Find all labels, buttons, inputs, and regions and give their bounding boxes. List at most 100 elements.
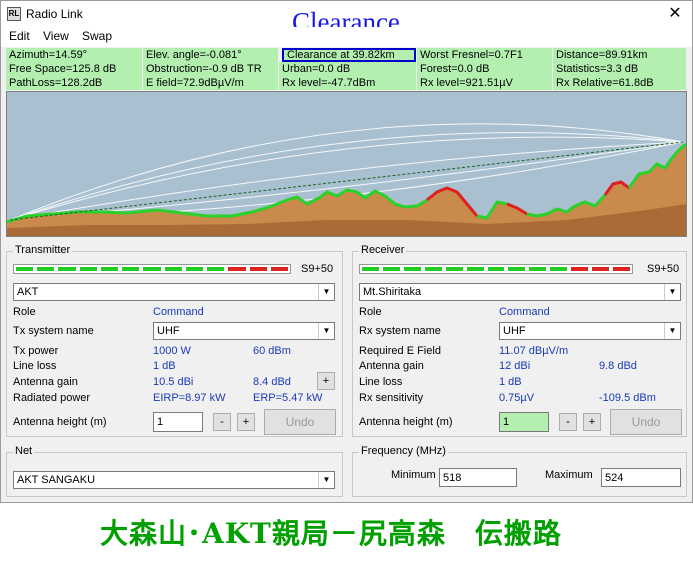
meter-segment — [122, 267, 140, 271]
meter-segment — [403, 267, 421, 271]
frequency-min-input[interactable]: 518 — [439, 468, 517, 487]
stat-forest: Forest=0.0 dB — [417, 62, 552, 76]
meter-segment — [362, 267, 379, 271]
tx-gain-label: Antenna gain — [13, 376, 78, 388]
meter-segment — [550, 267, 568, 271]
tx-undo-button[interactable]: Undo — [264, 409, 336, 435]
tx-line-loss-label: Line loss — [13, 360, 57, 372]
tx-system-value: UHF — [157, 325, 180, 337]
chevron-down-icon[interactable]: ▼ — [664, 323, 680, 339]
meter-segment — [487, 267, 505, 271]
meter-segment — [445, 267, 463, 271]
meter-segment — [529, 267, 547, 271]
rx-height-label: Antenna height (m) — [359, 416, 453, 428]
tx-role-value: Command — [153, 306, 204, 318]
menu-edit[interactable]: Edit — [9, 29, 30, 43]
rx-line-loss-value: 1 dB — [499, 376, 522, 388]
meter-segment — [249, 267, 267, 271]
tx-meter-label: S9+50 — [301, 263, 334, 275]
rx-gain-dbi: 12 dBi — [499, 360, 531, 372]
meter-segment — [382, 267, 400, 271]
stat-rx-level-uv: Rx level=921.51µV — [417, 76, 552, 90]
tx-eirp: EIRP=8.97 kW — [153, 392, 226, 404]
stat-distance: Distance=89.91km — [553, 48, 686, 62]
stat-clearance[interactable]: Clearance at 39.82km — [282, 48, 416, 62]
rx-height-input[interactable]: 1 — [499, 412, 549, 432]
meter-segment — [270, 267, 288, 271]
title-bar: RL Radio Link Clearance ✕ — [1, 1, 692, 37]
tx-height-minus-button[interactable]: - — [213, 413, 231, 431]
stat-worst-fresnel: Worst Fresnel=0.7F1 — [417, 48, 552, 62]
rx-signal-meter — [359, 264, 633, 274]
tx-role-label: Role — [13, 306, 36, 318]
app-icon: RL — [7, 7, 21, 21]
rx-gain-label: Antenna gain — [359, 360, 424, 372]
meter-segment — [58, 267, 76, 271]
stat-e-field: E field=72.9dBµV/m — [143, 76, 278, 90]
rx-site-value: Mt.Shiritaka — [363, 286, 422, 298]
tx-power-label: Tx power — [13, 345, 59, 357]
chevron-down-icon[interactable]: ▼ — [318, 323, 334, 339]
tx-system-select[interactable]: UHF ▼ — [153, 322, 335, 340]
frequency-title: Frequency (MHz) — [359, 445, 448, 457]
close-icon[interactable]: ✕ — [661, 3, 689, 25]
chevron-down-icon[interactable]: ▼ — [664, 284, 680, 300]
stat-statistics: Statistics=3.3 dB — [553, 62, 686, 76]
rx-field-value: 11.07 dBµV/m — [499, 345, 569, 357]
net-select[interactable]: AKT SANGAKU ▼ — [13, 471, 335, 489]
tx-height-input[interactable]: 1 — [153, 412, 203, 432]
tx-gain-plus-button[interactable]: + — [317, 372, 335, 390]
frequency-min-label: Minimum — [391, 469, 436, 481]
rx-undo-button[interactable]: Undo — [610, 409, 682, 435]
stat-free-space: Free Space=125.8 dB — [6, 62, 142, 76]
window-title: Radio Link — [26, 7, 83, 21]
meter-segment — [185, 267, 204, 271]
tx-radiated-label: Radiated power — [13, 392, 91, 404]
terrain-profile-view — [6, 91, 687, 237]
rx-sensitivity-label: Rx sensitivity — [359, 392, 424, 404]
rx-system-value: UHF — [503, 325, 526, 337]
transmitter-title: Transmitter — [13, 244, 73, 256]
stat-rx-level-dbm: Rx level=-47.7dBm — [279, 76, 416, 90]
receiver-panel: Receiver S9+50 Mt.Shiritaka ▼ Role Comman… — [352, 244, 687, 437]
radio-link-window: RL Radio Link Clearance ✕ Edit View Swap… — [0, 0, 693, 503]
meter-segment — [613, 267, 630, 271]
chevron-down-icon[interactable]: ▼ — [318, 472, 334, 488]
tx-site-value: AKT — [17, 286, 39, 298]
meter-segment — [79, 267, 97, 271]
meter-segment — [424, 267, 442, 271]
rx-system-select[interactable]: UHF ▼ — [499, 322, 681, 340]
frequency-max-label: Maximum — [545, 469, 593, 481]
rx-sensitivity-dbm: -109.5 dBm — [599, 392, 656, 404]
rx-role-value: Command — [499, 306, 550, 318]
tx-power-watts: 1000 W — [153, 345, 191, 357]
frequency-max-input[interactable]: 524 — [601, 468, 681, 487]
rx-site-select[interactable]: Mt.Shiritaka ▼ — [359, 283, 681, 301]
rx-system-label: Rx system name — [359, 325, 441, 337]
stat-rx-relative: Rx Relative=61.8dB — [553, 76, 686, 90]
link-statistics-grid: Azimuth=14.59° Elev. angle=-0.081° Clear… — [6, 48, 686, 90]
frequency-panel: Frequency (MHz) Minimum 518 Maximum 524 — [352, 445, 687, 497]
tx-height-label: Antenna height (m) — [13, 416, 107, 428]
rx-height-plus-button[interactable]: + — [583, 413, 601, 431]
receiver-title: Receiver — [359, 244, 407, 256]
menu-swap[interactable]: Swap — [82, 29, 112, 43]
rx-sensitivity-uv: 0.75µV — [499, 392, 535, 404]
net-value: AKT SANGAKU — [17, 474, 96, 486]
tx-line-loss-value: 1 dB — [153, 360, 176, 372]
rx-meter-label: S9+50 — [647, 263, 680, 275]
chevron-down-icon[interactable]: ▼ — [318, 284, 334, 300]
rx-height-minus-button[interactable]: - — [559, 413, 577, 431]
meter-segment — [592, 267, 610, 271]
meter-segment — [100, 267, 119, 271]
rx-gain-dbd: 9.8 dBd — [599, 360, 637, 372]
rx-field-label: Required E Field — [359, 345, 441, 357]
rx-role-label: Role — [359, 306, 382, 318]
meter-segment — [228, 267, 246, 271]
meter-segment — [16, 267, 34, 271]
stat-elevation: Elev. angle=-0.081° — [143, 48, 278, 62]
tx-site-select[interactable]: AKT ▼ — [13, 283, 335, 301]
menu-view[interactable]: View — [43, 29, 69, 43]
rx-line-loss-label: Line loss — [359, 376, 403, 388]
tx-height-plus-button[interactable]: + — [237, 413, 255, 431]
